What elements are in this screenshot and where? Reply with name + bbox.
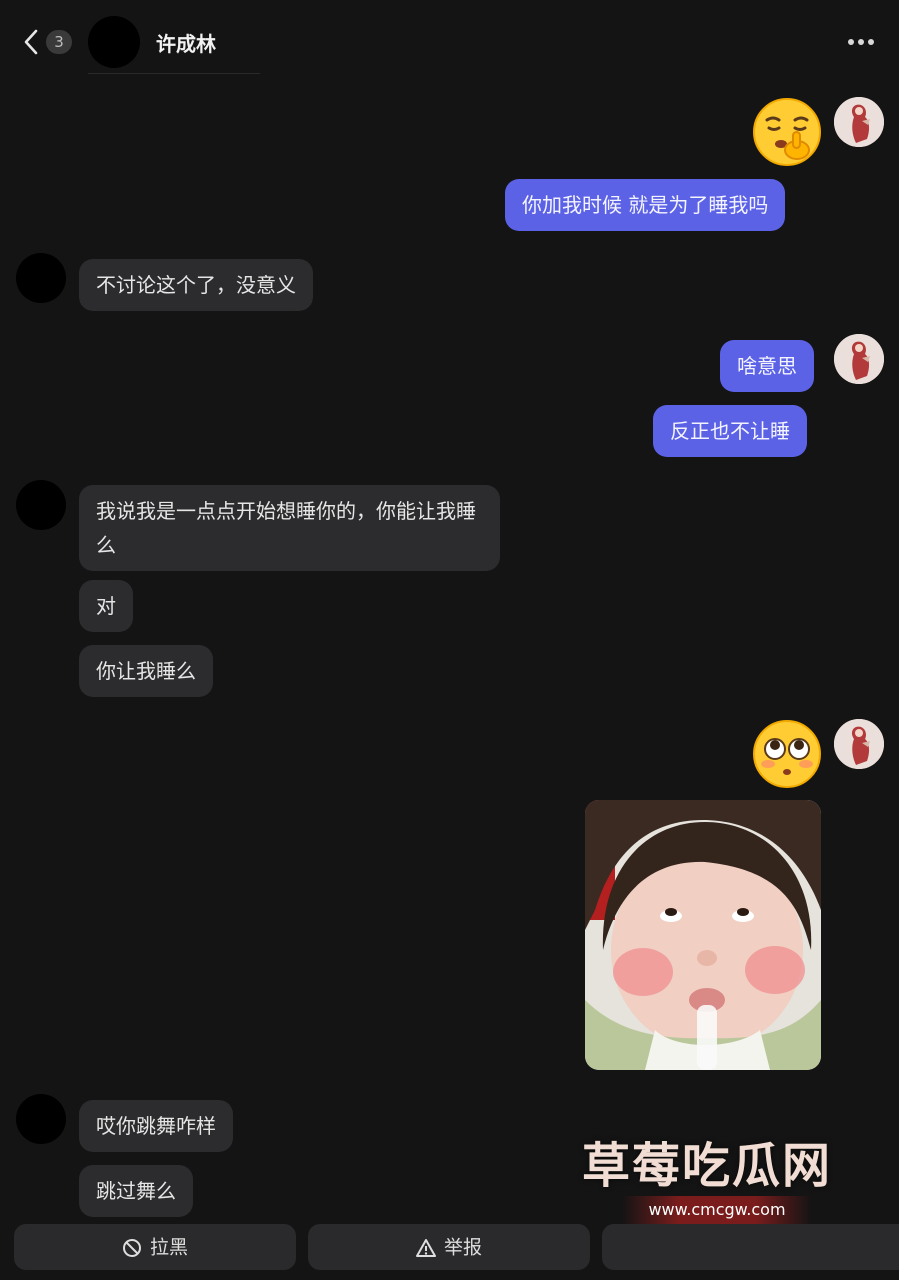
back-button[interactable]: 3 xyxy=(22,26,74,58)
contact-name[interactable]: 许成林 xyxy=(156,28,216,57)
my-avatar[interactable] xyxy=(834,97,884,147)
more-options-button[interactable] xyxy=(840,26,880,58)
toddler-rolling-eyes-meme[interactable] xyxy=(585,800,821,1070)
my-avatar[interactable] xyxy=(834,334,884,384)
message-bubble-received[interactable]: 哎你跳舞咋样 xyxy=(79,1100,233,1152)
my-avatar[interactable] xyxy=(834,719,884,769)
avatar-image xyxy=(834,719,884,769)
block-label: 拉黑 xyxy=(149,1236,188,1259)
message-bubble-received[interactable]: 不讨论这个了，没意义 xyxy=(79,259,313,311)
meme-photo-image xyxy=(585,800,821,1070)
watermark-title: 草莓吃瓜网 xyxy=(582,1138,833,1194)
dot-icon xyxy=(848,39,854,45)
chat-header: 3 许成林 xyxy=(0,0,899,80)
block-icon xyxy=(122,1238,141,1257)
contact-avatar[interactable] xyxy=(16,253,66,303)
unread-count-badge: 3 xyxy=(46,30,72,54)
dot-icon xyxy=(868,39,874,45)
warning-icon xyxy=(415,1238,436,1257)
report-label: 举报 xyxy=(443,1236,482,1259)
block-button[interactable]: 拉黑 xyxy=(14,1224,296,1270)
message-bubble-sent[interactable]: 反正也不让睡 xyxy=(653,405,807,457)
message-bubble-received[interactable]: 对 xyxy=(79,580,133,632)
message-bubble-sent[interactable]: 你加我时候 就是为了睡我吗 xyxy=(505,179,786,231)
contact-avatar[interactable] xyxy=(16,1094,66,1144)
avatar-image xyxy=(834,97,884,147)
contact-avatar[interactable] xyxy=(88,16,140,68)
dot-icon xyxy=(858,39,864,45)
chevron-left-icon xyxy=(24,29,38,55)
more-action-button[interactable] xyxy=(602,1224,899,1270)
message-bubble-received[interactable]: 我说我是一点点开始想睡你的，你能让我睡么 xyxy=(79,485,500,571)
avatar-image xyxy=(834,334,884,384)
action-bar: 拉黑 举报 xyxy=(0,1222,899,1280)
contact-avatar[interactable] xyxy=(16,480,66,530)
message-bubble-sent[interactable]: 啥意思 xyxy=(720,340,814,392)
report-button[interactable]: 举报 xyxy=(308,1224,590,1270)
message-bubble-received[interactable]: 你让我睡么 xyxy=(79,645,213,697)
header-divider xyxy=(88,73,260,74)
pleading-face-emoji[interactable] xyxy=(751,718,823,790)
message-bubble-received[interactable]: 跳过舞么 xyxy=(79,1165,193,1217)
watermark-url: www.cmcgw.com xyxy=(622,1196,812,1224)
shushing-face-emoji[interactable] xyxy=(751,96,823,168)
